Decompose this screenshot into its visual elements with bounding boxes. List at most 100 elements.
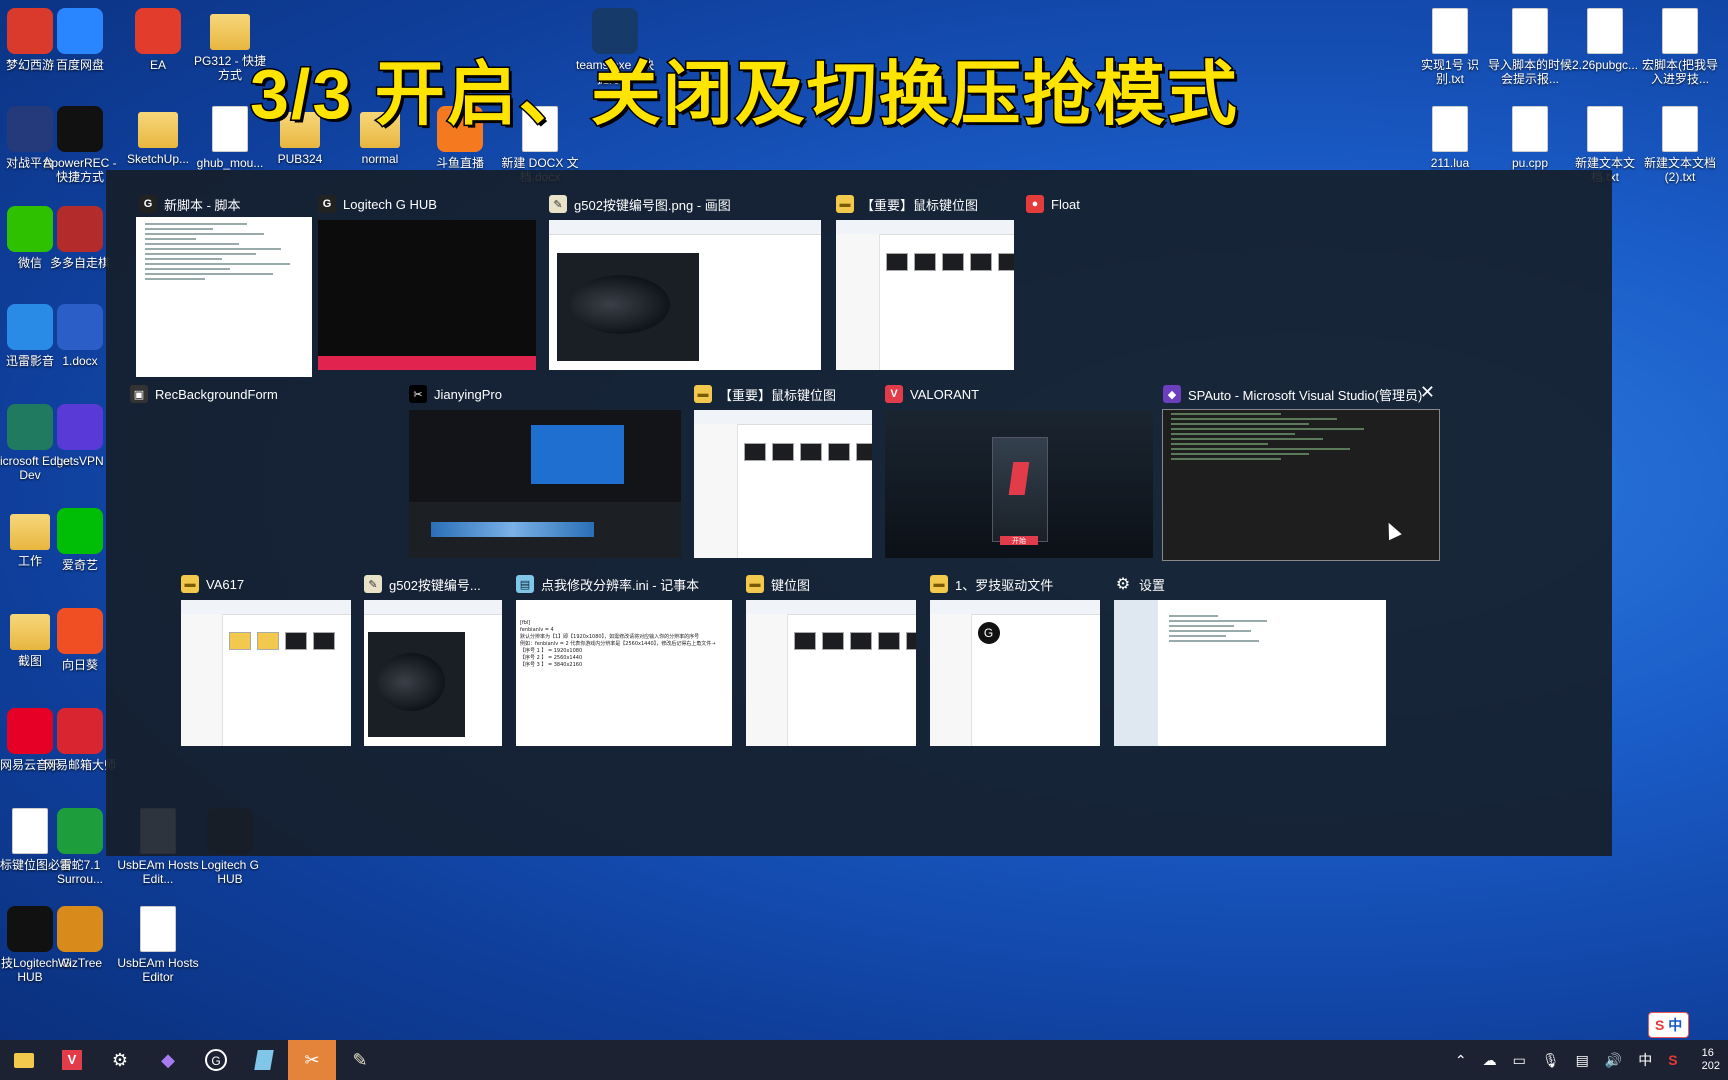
desktop-icon[interactable]: 211.lua [1408,106,1492,170]
window-title: 点我修改分辨率.ini - 记事本 [541,577,700,593]
jianying-icon: ✂ [409,385,427,403]
system-tray: ⌃ ☁ ▭ 🎙 ▤ 🔊 中 S 16 202 [1447,1040,1728,1080]
notepad-icon[interactable] [240,1040,288,1080]
close-icon[interactable]: ✕ [1420,382,1435,403]
txt-icon [1432,8,1468,54]
task-window-visual-studio[interactable]: ◆ SPAuto - Microsoft Visual Studio(管理员) ✕ [1162,382,1440,561]
folder-icon [138,112,178,148]
cpp-icon [1512,106,1548,152]
desktop-icon-label: 2.26pubgc... [1571,58,1639,72]
notepad-line: 例如：fenbianlv = 2 代表你游戏内分辨率是【2560x1440】，修… [520,641,716,647]
word-icon [57,304,103,350]
window-title: 1、罗技驱动文件 [955,577,1054,593]
paint-icon: ✎ [549,195,567,213]
window-title: 【重要】鼠标键位图 [861,197,979,213]
desktop-icon[interactable]: WizTree [38,906,122,970]
desktop-icon[interactable]: UsbEAm Hosts Editor [116,906,200,984]
window-title: RecBackgroundForm [155,386,278,402]
desktop-icon[interactable]: 导入脚本的时候会提示报... [1488,8,1572,86]
valorant-start-button: 开始 [1000,535,1038,545]
volume-icon[interactable]: 🔊 [1605,1052,1622,1069]
window-title: 键位图 [771,577,811,593]
desktop-icon[interactable]: 实现1号 识别.txt [1408,8,1492,86]
task-window-paint[interactable]: ✎ g502按键编号图.png - 画图 [549,195,821,370]
task-window-explorer[interactable]: ▬ 【重要】鼠标键位图 [836,195,1014,370]
cloud-icon[interactable]: ☁ [1483,1052,1497,1069]
desktop-icon[interactable]: 宏脚本(把我导入进罗技... [1638,8,1722,86]
desktop-icon[interactable]: pu.cpp [1488,106,1572,170]
sogou-icon[interactable]: S [1668,1052,1677,1068]
task-window-notepad[interactable]: ▤ 点我修改分辨率.ini - 记事本 [fbl] fenbianlv = 4 默… [516,575,732,746]
window-title: Float [1051,196,1080,212]
chess-icon [57,206,103,252]
folder-icon: ▬ [746,575,764,593]
desktop-icon[interactable]: 2.26pubgc... [1563,8,1647,72]
ime-badge-label: 中 [1668,1017,1683,1033]
cloud-icon [57,8,103,54]
desktop-icon[interactable]: 百度网盘 [38,8,122,72]
lua-icon [1662,8,1698,54]
gear-icon[interactable]: ⚙ [96,1040,144,1080]
task-window-paint-2[interactable]: ✎ g502按键编号... [364,575,502,746]
clock[interactable]: 16 202 [1694,1047,1728,1073]
window-title: JianyingPro [434,386,502,402]
desktop-icon-label: 实现1号 识别.txt [1420,58,1479,86]
task-window-jianying[interactable]: ✂ JianyingPro [409,385,681,558]
ime-language[interactable]: 中 [1638,1050,1652,1070]
txt-icon [1587,8,1623,54]
notepad-line: 【序号 3 】 = 3840x2160 [520,662,583,668]
window-title: Logitech G HUB [343,196,437,212]
float-icon: ● [1026,195,1044,213]
valorant-icon[interactable]: V [48,1040,96,1080]
jianying-icon[interactable]: ✂ [288,1040,336,1080]
notepad-icon: ▤ [516,575,534,593]
ime-badge[interactable]: S 中 [1648,1012,1690,1038]
notepad-line: fenbianlv = 4 [520,627,554,633]
task-window-explorer-2[interactable]: ▬ 【重要】鼠标键位图 [694,385,872,558]
rec-icon: ▣ [130,385,148,403]
desktop-icon[interactable]: 新建文本文档(2).txt [1638,106,1722,184]
logitech-icon: G [139,195,157,213]
clock-date: 202 [1701,1060,1720,1072]
folder-icon: ▬ [181,575,199,593]
task-window-float[interactable]: ● Float [1026,195,1186,240]
task-window-ghub-script[interactable]: G 新脚本 - 脚本 [136,195,312,377]
txt-icon [1662,106,1698,152]
chevron-up-icon[interactable]: ⌃ [1455,1052,1467,1069]
task-window-keymap[interactable]: ▬ 键位图 [746,575,916,746]
microphone-icon[interactable]: 🎙 [1542,1052,1560,1069]
vs-icon: ◆ [1163,385,1181,403]
task-window-logitech-driver[interactable]: ▬ 1、罗技驱动文件 G [930,575,1100,746]
task-window-ghub[interactable]: G Logitech G HUB [318,195,536,370]
vs-icon[interactable]: ◆ [144,1040,192,1080]
file-icon [140,906,176,952]
paint-icon: ✎ [364,575,382,593]
window-title: VA617 [206,576,245,592]
notepad-line: [fbl] [520,620,531,626]
task-window-valorant[interactable]: V VALORANT 开始 [885,385,1153,558]
clock-time: 16 [1701,1047,1714,1059]
explorer-icon[interactable] [0,1040,48,1080]
lua-icon [1432,106,1468,152]
notepad-line: 【序号 1 】 = 1920x1080 [520,648,583,654]
paint-icon[interactable]: ✎ [336,1040,384,1080]
network-icon[interactable]: ▤ [1576,1052,1589,1069]
desktop-icon-label: 新建文本文档(2).txt [1643,156,1716,184]
device-icon[interactable]: ▭ [1513,1052,1526,1069]
file-icon [212,106,248,152]
task-window-recbackground[interactable]: ▣ RecBackgroundForm [130,385,310,430]
window-title: SPAuto - Microsoft Visual Studio(管理员) [1188,387,1423,403]
task-window-va617[interactable]: ▬ VA617 [181,575,351,746]
logitech-icon[interactable]: G [192,1040,240,1080]
desktop-icon-label: WizTree [57,956,103,970]
folder-icon: ▬ [930,575,948,593]
valorant-icon: V [885,385,903,403]
folder-icon: ▬ [836,195,854,213]
folder-icon: ▬ [694,385,712,403]
window-title: g502按键编号... [389,577,481,593]
desktop-icon-label: 斗鱼直播 [435,156,484,170]
window-title: 【重要】鼠标键位图 [719,387,837,403]
desktop-icon-label: 宏脚本(把我导入进罗技... [1642,58,1718,86]
task-window-settings[interactable]: ⚙ 设置 [1114,576,1386,746]
sunlogin-icon [57,608,103,654]
